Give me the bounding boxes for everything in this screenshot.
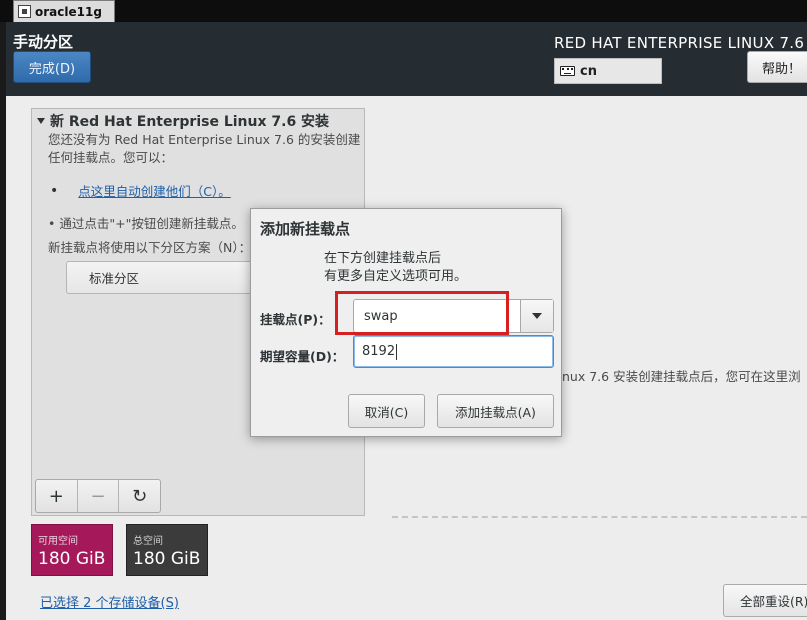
done-button[interactable]: 完成(D)	[13, 51, 91, 83]
no-mountpoints-description: 您还没有为 Red Hat Enterprise Linux 7.6 的安装创建…	[48, 132, 361, 165]
cancel-button[interactable]: 取消(C)	[348, 394, 425, 428]
vm-tab-strip: oracle11g	[0, 0, 807, 22]
total-space-label: 总空间	[133, 536, 163, 547]
page-title: 手动分区	[13, 33, 74, 51]
install-section-title: 新 Red Hat Enterprise Linux 7.6 安装	[50, 114, 330, 130]
available-space-tile: 可用空间 180 GiB	[31, 524, 113, 576]
selected-devices-link[interactable]: 已选择 2 个存储设备(S)	[40, 592, 179, 611]
auto-create-bullet: • 点这里自动创建他们（C）。	[50, 181, 231, 200]
mountpoint-label: 挂载点(P)：	[260, 312, 331, 327]
dialog-description: 在下方创建挂载点后 有更多自定义选项可用。	[324, 250, 467, 286]
details-divider	[392, 516, 807, 518]
mountpoint-dropdown-button[interactable]	[520, 300, 553, 332]
capacity-label: 期望容量(D)：	[260, 349, 345, 364]
vm-left-border	[0, 22, 6, 620]
text-cursor	[396, 343, 398, 360]
auto-create-link[interactable]: 点这里自动创建他们（C）。	[78, 181, 230, 200]
chevron-down-icon	[532, 313, 542, 319]
add-mountpoint-confirm-button[interactable]: 添加挂载点(A)	[437, 394, 554, 428]
vm-window-icon	[18, 5, 31, 18]
total-space-value: 180 GiB	[133, 549, 201, 569]
product-title: RED HAT ENTERPRISE LINUX 7.6 安装	[554, 34, 807, 52]
dialog-description-line2: 有更多自定义选项可用。	[324, 269, 468, 284]
keyboard-layout-indicator[interactable]: cn	[554, 58, 662, 84]
keyboard-icon	[560, 66, 575, 76]
reset-all-button[interactable]: 全部重设(R)	[723, 584, 807, 617]
vm-tab-label: oracle11g	[35, 4, 102, 19]
mountpoint-input[interactable]: swap	[354, 300, 520, 332]
capacity-value: 8192	[362, 344, 396, 359]
manual-create-hint: • 通过点击"+"按钮创建新挂载点。	[48, 216, 244, 231]
partition-scheme-select[interactable]: 标准分区	[66, 261, 266, 294]
keyboard-layout-label: cn	[580, 63, 597, 79]
partition-scheme-label: 新挂载点将使用以下分区方案（N）：	[48, 240, 252, 255]
install-section-header[interactable]: 新 Red Hat Enterprise Linux 7.6 安装	[37, 111, 329, 131]
dialog-description-line1: 在下方创建挂载点后	[324, 251, 442, 266]
add-mountpoint-button[interactable]: +	[36, 480, 78, 512]
available-space-value: 180 GiB	[38, 549, 106, 569]
mountpoint-combobox[interactable]: swap	[353, 299, 554, 333]
mountpoint-toolbar: + − ↻	[35, 479, 161, 513]
help-button[interactable]: 帮助！	[747, 51, 807, 83]
total-space-tile: 总空间 180 GiB	[126, 524, 208, 576]
details-hint-text: nux 7.6 安装创建挂载点后，您可在这里浏	[562, 369, 801, 384]
expander-triangle-icon	[37, 118, 45, 124]
refresh-icon[interactable]: ↻	[119, 480, 160, 512]
header-bar: 手动分区 完成(D) RED HAT ENTERPRISE LINUX 7.6 …	[6, 22, 807, 96]
remove-mountpoint-button[interactable]: −	[78, 480, 120, 512]
dialog-title: 添加新挂载点	[260, 220, 351, 238]
available-space-label: 可用空间	[38, 536, 78, 547]
vm-tab[interactable]: oracle11g	[13, 0, 115, 22]
bullet-dot: •	[50, 182, 59, 199]
add-mountpoint-dialog: 添加新挂载点 在下方创建挂载点后 有更多自定义选项可用。 挂载点(P)： swa…	[250, 208, 562, 437]
capacity-input[interactable]: 8192	[353, 335, 554, 368]
